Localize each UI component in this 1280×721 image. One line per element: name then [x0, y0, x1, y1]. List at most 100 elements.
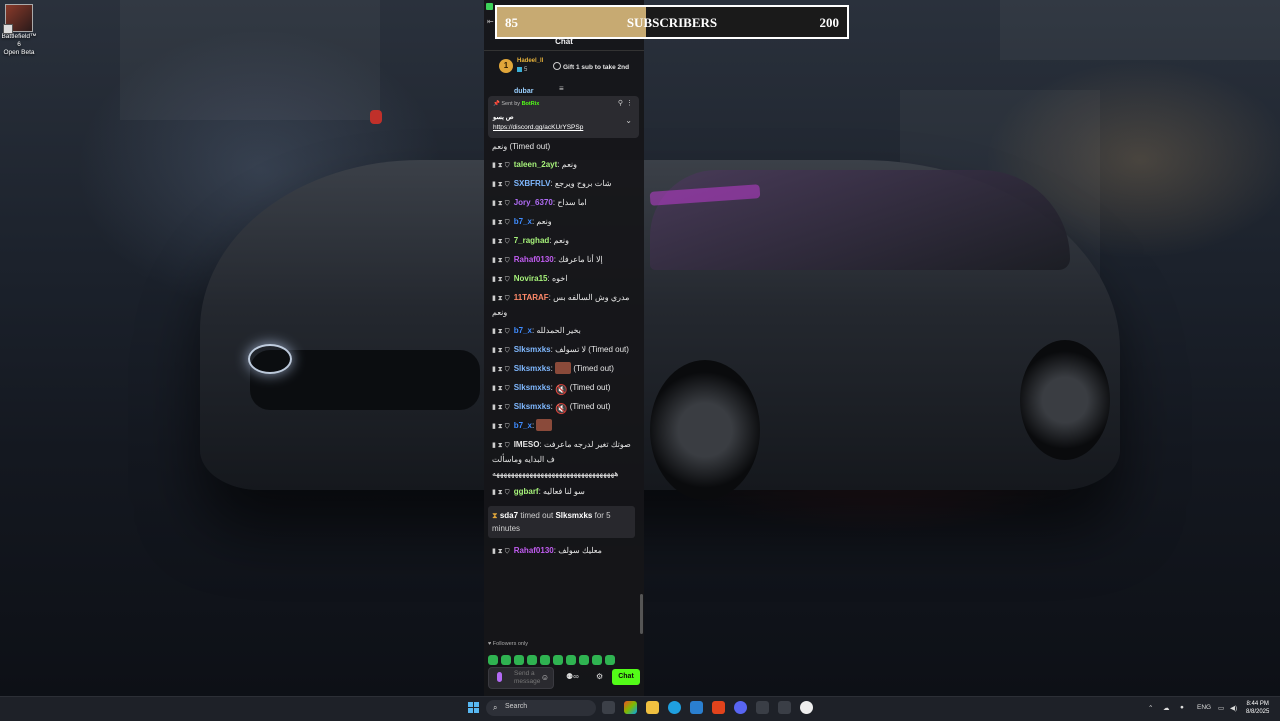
user-badges: ▮ ⧗ ⛉: [492, 276, 510, 283]
chat-username[interactable]: 7_raghad: [514, 236, 550, 245]
show-hidden-icons-chevron-icon[interactable]: ⌃: [1148, 704, 1153, 712]
pinned-link[interactable]: https://discord.gg/acKUrYSPSp: [493, 124, 583, 131]
mute-emote-icon: 🔇: [555, 385, 568, 396]
system-clock[interactable]: 8:44 PM 8/8/2025: [1246, 700, 1269, 716]
chevron-down-icon[interactable]: ⌄: [625, 116, 632, 125]
chat-username[interactable]: taleen_2ayt: [514, 160, 558, 169]
desktop-shortcut-battlefield[interactable]: Battlefield™ 6 Open Beta: [0, 2, 38, 57]
chat-input-row: Send a message ☺ ⚉∞ ⚙ Chat: [488, 667, 640, 689]
unpin-icon[interactable]: ⚲: [618, 99, 623, 107]
chat-message: ▮ ⧗ ⛉ Slksmxks: لا تسولف (Timed out): [484, 341, 639, 360]
gift-sub-button[interactable]: Gift 1 sub to take 2nd: [553, 62, 629, 71]
chat-username[interactable]: Slksmxks: [514, 383, 551, 392]
chat-username[interactable]: Rahaf0130: [514, 546, 554, 555]
chat-message-text: سو لنا فعاليه: [543, 487, 585, 496]
chat-username[interactable]: Rahaf0130: [514, 255, 554, 264]
quick-emote[interactable]: [501, 655, 511, 665]
car-headlight: [248, 344, 292, 374]
user-badges: ▮ ⧗ ⛉: [492, 238, 510, 245]
user-badges: ▮ ⧗ ⛉: [492, 219, 510, 226]
taskbar-search[interactable]: ⌕ Search: [486, 700, 596, 716]
followers-only-label: Followers only: [492, 641, 528, 647]
file-explorer-icon[interactable]: [646, 701, 659, 714]
settings-gear-icon[interactable]: ⚙: [596, 672, 603, 681]
pinned-message[interactable]: 📌 Sent by BotRix ⚲ ⋮ ص بسو https://disco…: [488, 96, 639, 138]
chat-message: ▮ ⧗ ⛉ taleen_2ayt: ونعم: [484, 156, 639, 175]
obs-icon[interactable]: [800, 701, 813, 714]
chat-scrollbar[interactable]: [640, 594, 643, 634]
more-options-icon[interactable]: ⋮: [626, 99, 633, 107]
chat-username[interactable]: Jory_6370: [514, 198, 553, 207]
chat-message: ▮ ⧗ ⛉ Slksmxks: (Timed out): [484, 360, 639, 379]
pinned-sender-line: 📌 Sent by BotRix: [493, 101, 539, 107]
mic-tray-icon[interactable]: ●: [1180, 704, 1184, 711]
chat-message: ▮ ⧗ ⛉ IMESO: صوتك تغير لدرجه ماعرفت ف الب…: [484, 436, 639, 483]
edge-icon[interactable]: [668, 701, 681, 714]
user-badges: ▮ ⧗ ⛉: [492, 257, 510, 264]
chat-message: ▮ ⧗ ⛉ Rahaf0130: معليك سولف: [484, 542, 639, 561]
task-view-icon[interactable]: [602, 701, 615, 714]
start-button[interactable]: [468, 702, 480, 714]
chat-message: ▮ ⧗ ⛉ 11TARAF: مدري وش السالفه بس ونعم: [484, 289, 639, 322]
quick-emote[interactable]: [514, 655, 524, 665]
car-wheel-rear: [1020, 340, 1110, 460]
chat-message: ▮ ⧗ ⛉ ggbarf: سو لنا فعاليه: [484, 483, 639, 502]
chat-message: ▮ ⧗ ⛉ Slksmxks: 🔇 (Timed out): [484, 379, 639, 398]
chat-username[interactable]: ggbarf: [514, 487, 539, 496]
chat-username[interactable]: b7_x: [514, 421, 532, 430]
chat-username[interactable]: 11TARAF: [514, 293, 549, 302]
chat-message-text: (Timed out): [573, 364, 614, 373]
chat-message: ▮ ⧗ ⛉ 7_raghad: ونعم: [484, 232, 639, 251]
onedrive-icon[interactable]: ☁: [1163, 704, 1170, 712]
user-badges: ▮ ⧗ ⛉: [492, 423, 510, 430]
store-icon[interactable]: [690, 701, 703, 714]
discord-icon[interactable]: [734, 701, 747, 714]
collapse-chat-icon[interactable]: ⇤: [487, 17, 494, 26]
timeout-target[interactable]: Slksmxks: [555, 511, 592, 520]
traffic-light: [370, 110, 382, 124]
mic-icon: [497, 672, 502, 682]
volume-icon[interactable]: ◀): [1230, 704, 1237, 712]
chat-username[interactable]: b7_x: [514, 326, 532, 335]
app-icon[interactable]: [778, 701, 791, 714]
pin-small-icon: 📌: [493, 101, 500, 107]
send-chat-button[interactable]: Chat: [612, 669, 640, 685]
brave-icon[interactable]: [712, 701, 725, 714]
clock-time: 8:44 PM: [1246, 701, 1269, 707]
chat-message: ▮ ⧗ ⛉ b7_x: بخير الحمدلله: [484, 322, 639, 341]
quick-emote[interactable]: [592, 655, 602, 665]
heart-icon: ♥: [488, 641, 492, 647]
chat-username[interactable]: IMESO: [514, 440, 540, 449]
expand-leaderboard-icon[interactable]: ≡: [559, 84, 564, 93]
quick-emote[interactable]: [579, 655, 589, 665]
quick-emote[interactable]: [540, 655, 550, 665]
chat-input[interactable]: Send a message ☺: [488, 667, 554, 689]
chat-username[interactable]: SXBFRLV: [514, 179, 551, 188]
chat-username[interactable]: Slksmxks: [514, 345, 551, 354]
quick-emote[interactable]: [605, 655, 615, 665]
quick-emote[interactable]: [566, 655, 576, 665]
quick-emote[interactable]: [553, 655, 563, 665]
chat-username[interactable]: b7_x: [514, 217, 532, 226]
user-badges: ▮ ⧗ ⛉: [492, 328, 510, 335]
chat-username[interactable]: Slksmxks: [514, 364, 551, 373]
copilot-icon[interactable]: [624, 701, 637, 714]
chat-username[interactable]: Novira15: [514, 274, 548, 283]
language-indicator[interactable]: ENG: [1197, 704, 1211, 711]
chat-message-text: مدري وش السالفه بس ونعم: [492, 293, 630, 317]
emoji-picker-icon[interactable]: ☺: [541, 673, 549, 682]
xbox-icon[interactable]: [756, 701, 769, 714]
quick-emote[interactable]: [488, 655, 498, 665]
quick-emote[interactable]: [527, 655, 537, 665]
car-window: [650, 170, 1070, 270]
car-wheel-front: [650, 360, 760, 500]
moderator-name[interactable]: sda7: [500, 511, 518, 520]
rank-medal-icon: 1: [499, 59, 513, 73]
chat-message-text: شات بروح ويرجع: [554, 179, 612, 188]
chat-username[interactable]: Slksmxks: [514, 402, 551, 411]
user-badges: ▮ ⧗ ⛉: [492, 200, 510, 207]
user-badges: ▮ ⧗ ⛉: [492, 385, 510, 392]
chat-users-icon[interactable]: ⚉∞: [566, 672, 579, 681]
network-icon[interactable]: ▭: [1218, 704, 1224, 712]
wallpaper-sign: [120, 0, 380, 120]
